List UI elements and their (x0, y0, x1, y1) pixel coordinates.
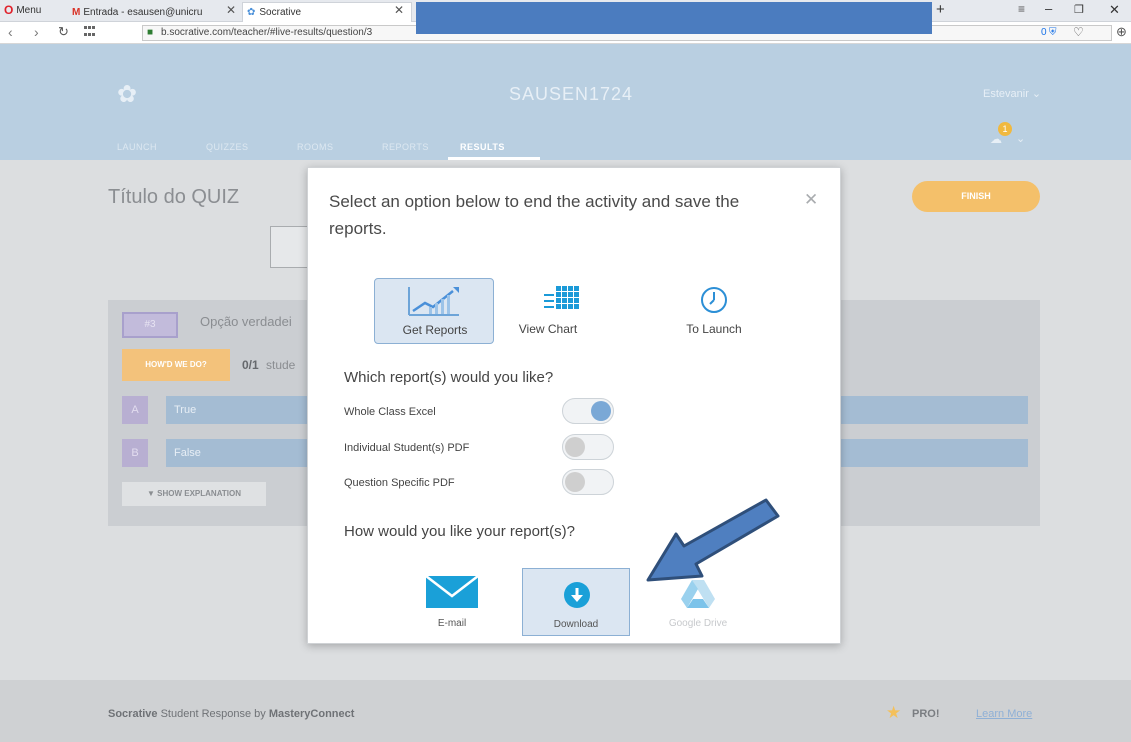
star-icon: ★ (886, 703, 902, 722)
report-whole-class-label: Whole Class Excel (344, 406, 436, 418)
delivery-email-label: E-mail (437, 618, 467, 629)
toggle-question-specific-pdf[interactable] (562, 469, 614, 495)
answer-a-letter: A (122, 396, 148, 424)
forward-icon[interactable]: › (34, 24, 39, 40)
option-get-reports-label: Get Reports (402, 323, 468, 337)
show-explanation-button[interactable]: ▼ SHOW EXPLANATION (122, 482, 266, 506)
notification-bell-icon: ☁ (990, 132, 1002, 146)
socrative-tab-icon: ✿ (247, 7, 256, 18)
answer-b-letter: B (122, 439, 148, 467)
option-to-launch[interactable]: To Launch (654, 278, 774, 344)
pro-label: PRO! (912, 708, 940, 720)
tab-socrative-label: Socrative (259, 7, 302, 18)
tab-socrative[interactable]: ✿ Socrative (242, 2, 412, 22)
finish-label: FINISH (961, 191, 991, 201)
minimize-icon[interactable]: – (1045, 1, 1052, 16)
tab-gmail[interactable]: M Entrada - esausen@unicru (68, 2, 238, 22)
modal-title: Select an option below to end the activi… (329, 192, 740, 238)
students-count: 0/1 (242, 358, 259, 372)
nav-launch[interactable]: LAUNCH (117, 142, 157, 152)
report-individual-label: Individual Student(s) PDF (344, 442, 470, 454)
heart-icon[interactable]: ♡ (1073, 25, 1084, 39)
option-view-chart-label: View Chart (518, 322, 578, 336)
delivery-download-label: Download (553, 619, 599, 630)
nav-results[interactable]: RESULTS (460, 142, 505, 152)
lock-icon: ■ (147, 27, 154, 38)
reload-icon[interactable]: ↻ (58, 24, 69, 40)
nav-rooms[interactable]: ROOMS (297, 142, 334, 152)
option-get-reports[interactable]: Get Reports (374, 278, 494, 344)
toggle-knob (565, 437, 585, 457)
close-window-icon[interactable]: ✕ (1109, 2, 1120, 18)
toggle-knob (565, 472, 585, 492)
app-header: ✿ SAUSEN1724 Estevanir ⌄ LAUNCH QUIZZES … (0, 44, 1131, 160)
get-pro-text: PRO! (912, 708, 940, 720)
annotation-arrow (646, 498, 780, 582)
toggle-individual-student-pdf[interactable] (562, 434, 614, 460)
room-name: SAUSEN1724 (509, 84, 634, 104)
toggle-knob (591, 401, 611, 421)
notifications-button[interactable]: 1 ☁ ⌄ (986, 122, 1030, 148)
tab-close-icon[interactable]: ✕ (226, 3, 236, 17)
students-text: stude (266, 358, 296, 372)
option-to-launch-label: To Launch (686, 322, 742, 336)
shield-count: 0 (1041, 27, 1047, 38)
delivery-google-drive-label: Google Drive (668, 618, 728, 629)
opera-logo-icon: O (4, 3, 14, 17)
tab-gmail-label: Entrada - esausen@unicru (83, 6, 203, 18)
reports-question: Which report(s) would you like? (344, 369, 554, 386)
question-text: Opção verdadei (200, 314, 292, 329)
report-chart-icon (408, 287, 459, 316)
tab-menu-icon[interactable]: ≡ (1018, 2, 1025, 16)
browser-tab-bar: O Menu M Entrada - esausen@unicru ✕ ✿ So… (0, 0, 1131, 34)
footer-brand: Socrative (108, 708, 158, 720)
adblock-shield-icon[interactable]: ⛨ (1049, 26, 1057, 40)
footer-text: Student Response by (160, 708, 266, 720)
finish-button[interactable]: FINISH (912, 181, 1040, 212)
url-text: b.socrative.com/teacher/#live-results/qu… (161, 27, 373, 38)
grid-chart-icon (544, 286, 579, 309)
nav-reports[interactable]: REPORTS (382, 142, 429, 152)
view-toggle-box[interactable] (270, 226, 310, 268)
socrative-logo-icon[interactable]: ✿ (117, 80, 137, 109)
gmail-icon: M (72, 6, 81, 18)
tab-close-icon[interactable]: ✕ (394, 3, 404, 17)
chevron-down-icon: ⌄ (1016, 133, 1026, 145)
learn-more-link[interactable]: Learn More (976, 708, 1032, 720)
delivery-question: How would you like your report(s)? (344, 523, 575, 540)
quiz-title: Título do QUIZ (108, 186, 240, 208)
hows-we-do-button[interactable]: HOW'D WE DO? (122, 349, 230, 381)
page-footer: Socrative Student Response by MasteryCon… (0, 680, 1131, 742)
toggle-whole-class-excel[interactable] (562, 398, 614, 424)
download-arrow-icon[interactable]: ⊕ (1116, 24, 1127, 40)
delivery-email[interactable]: E-mail (398, 568, 506, 636)
envelope-icon (426, 576, 478, 608)
modal-close-icon[interactable]: ✕ (804, 190, 818, 210)
redaction-box (416, 2, 932, 34)
clock-icon (701, 287, 727, 313)
opera-menu-button[interactable]: O Menu (4, 3, 41, 17)
new-tab-icon[interactable]: + (936, 1, 945, 18)
back-icon[interactable]: ‹ (8, 24, 13, 40)
nav-quizzes[interactable]: QUIZZES (206, 142, 249, 152)
question-number-badge: #3 (122, 312, 178, 338)
user-menu[interactable]: Estevanir ⌄ (983, 87, 1041, 100)
footer-brand-mc: MasteryConnect (268, 708, 355, 720)
footer-credit: Socrative Student Response by MasteryCon… (108, 708, 354, 720)
option-view-chart[interactable]: View Chart (488, 278, 608, 344)
user-name: Estevanir (983, 88, 1029, 100)
speed-dial-icon[interactable] (84, 26, 98, 38)
chevron-down-icon: ⌄ (1031, 88, 1042, 100)
report-question-specific-label: Question Specific PDF (344, 477, 455, 489)
download-icon (564, 582, 590, 608)
delivery-download[interactable]: Download (522, 568, 630, 636)
menu-label: Menu (16, 4, 42, 16)
restore-icon[interactable]: ❐ (1074, 3, 1084, 16)
